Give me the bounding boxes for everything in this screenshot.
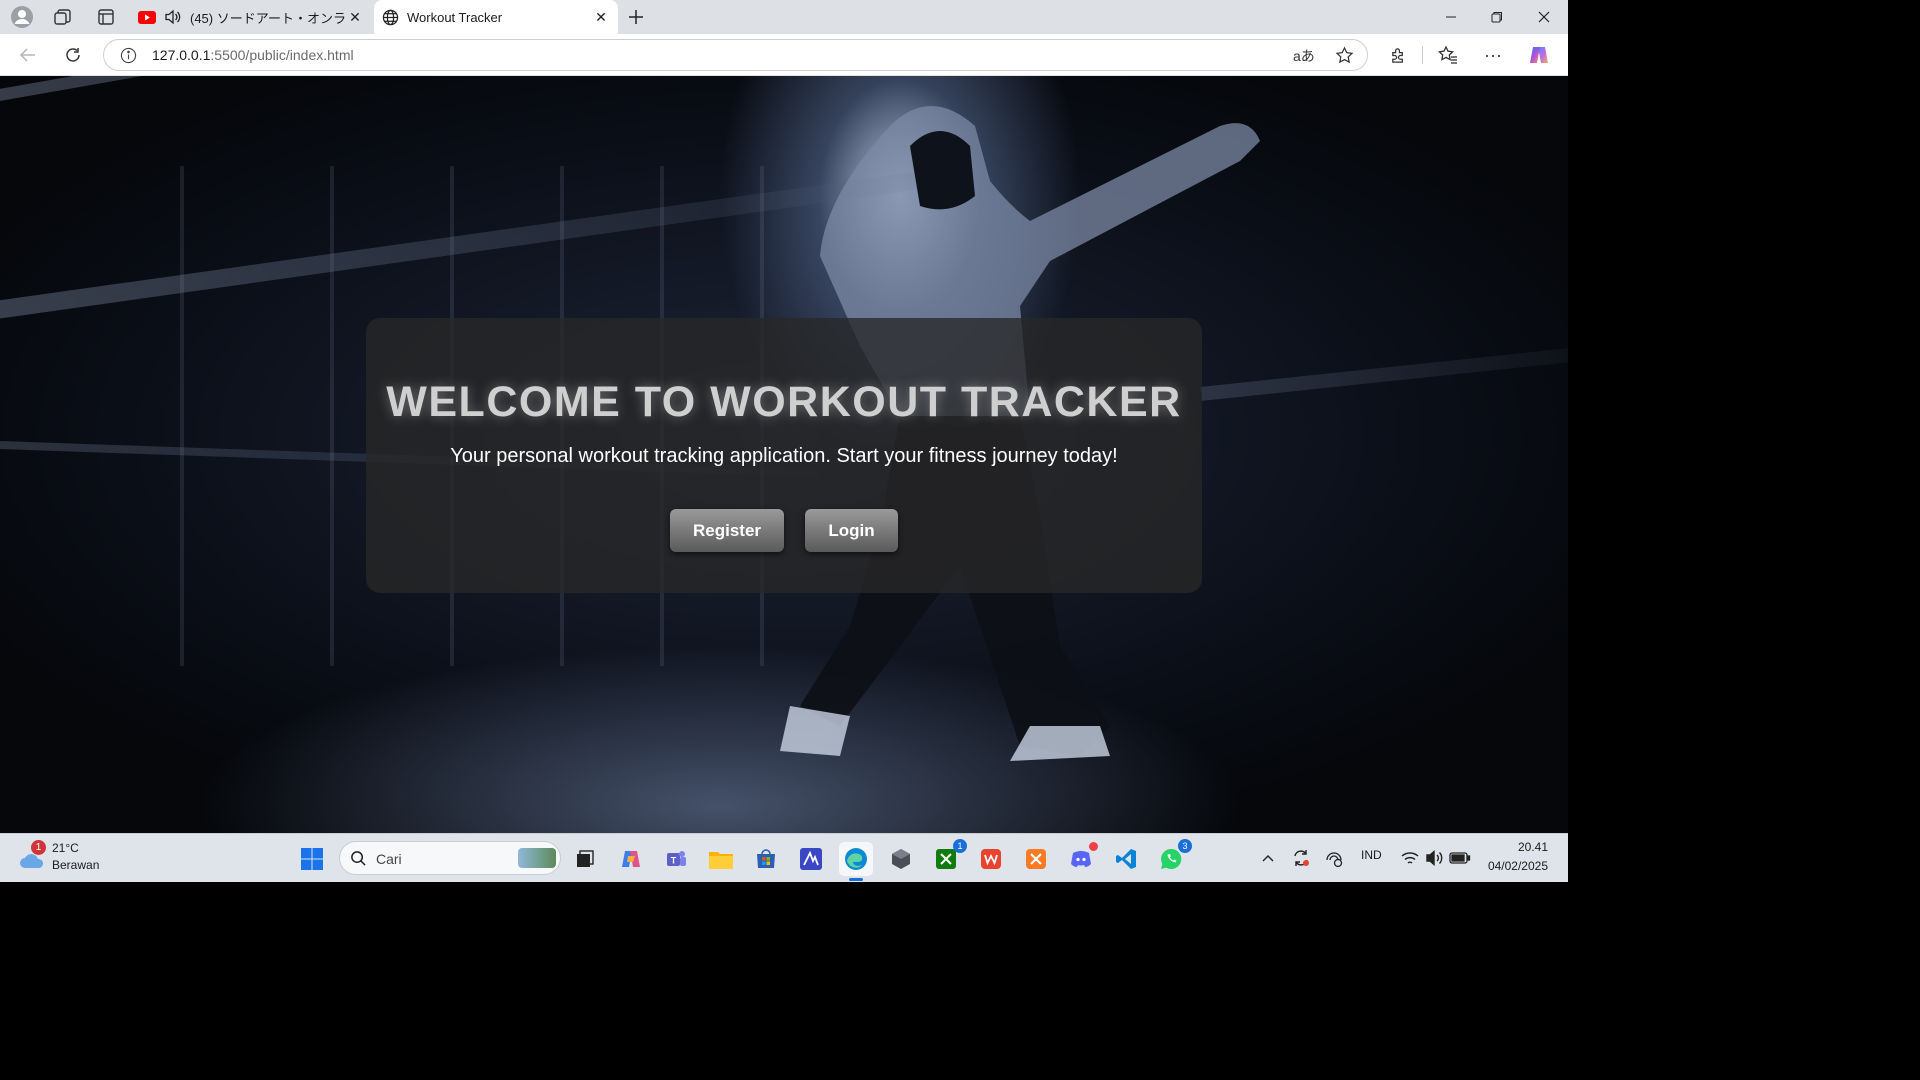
tab-workout-tracker[interactable]: Workout Tracker ✕ (374, 0, 618, 34)
browser-toolbar: 127.0.0.1:5500/public/index.html aあ ··· (0, 34, 1568, 76)
whatsapp-badge: 3 (1178, 839, 1192, 853)
xbox-icon[interactable]: 1 (929, 839, 967, 876)
vscode-icon[interactable] (1109, 842, 1143, 876)
url-path: :5500/public/index.html (210, 47, 354, 63)
microsoft-store-icon[interactable] (749, 842, 783, 876)
search-placeholder: Cari (376, 851, 402, 867)
edge-browser-icon[interactable] (839, 842, 873, 881)
restore-icon[interactable] (1474, 0, 1520, 34)
network-status-icon[interactable] (1322, 846, 1346, 870)
clock-time[interactable]: 20.41 (1470, 840, 1548, 854)
xampp-icon[interactable] (1019, 842, 1053, 876)
language-indicator[interactable]: IND (1361, 848, 1382, 862)
windows-logo-icon (301, 848, 323, 870)
page-title: WELCOME TO WORKOUT TRACKER (386, 378, 1182, 426)
tab-title: Workout Tracker (407, 9, 503, 25)
read-aloud-icon[interactable]: aあ (1293, 46, 1315, 66)
weather-temp: 21°C (52, 841, 79, 855)
tab-strip: (45) ソードアート・オンライン シリ ✕ Workout Tracker ✕ (0, 0, 1568, 34)
wifi-icon[interactable] (1398, 846, 1422, 870)
whatsapp-icon[interactable]: 3 (1154, 839, 1192, 876)
search-icon (350, 850, 367, 867)
register-button[interactable]: Register (670, 509, 784, 552)
more-options-icon[interactable]: ··· (1481, 43, 1505, 67)
speaker-icon[interactable] (164, 9, 182, 25)
weather-badge: 1 (31, 840, 46, 855)
task-view-icon[interactable] (568, 842, 602, 876)
xbox-badge: 1 (953, 839, 967, 853)
search-highlight-icon (518, 848, 556, 868)
page-viewport: WELCOME TO WORKOUT TRACKER Your personal… (0, 76, 1568, 833)
welcome-card: WELCOME TO WORKOUT TRACKER Your personal… (366, 318, 1202, 593)
svg-text:T: T (671, 856, 677, 866)
minimize-icon[interactable] (1428, 0, 1474, 34)
close-window-icon[interactable] (1521, 0, 1567, 34)
discord-icon[interactable] (1064, 842, 1098, 876)
windows-taskbar: 1 21°C Berawan Cari T 1 3 IND 20.41 04/0… (0, 833, 1568, 882)
toolbar-divider (1422, 46, 1423, 64)
url-host: 127.0.0.1 (152, 47, 211, 63)
favorite-star-icon[interactable] (1335, 46, 1354, 65)
wps-office-icon[interactable] (974, 842, 1008, 876)
profile-icon[interactable] (10, 5, 34, 29)
weather-widget[interactable]: 1 21°C Berawan (18, 840, 118, 876)
back-icon[interactable] (16, 43, 40, 67)
tab-actions-icon[interactable] (94, 5, 118, 29)
tab-youtube[interactable]: (45) ソードアート・オンライン シリ ✕ (132, 0, 372, 34)
file-explorer-icon[interactable] (704, 842, 738, 876)
login-button[interactable]: Login (805, 509, 898, 552)
tab-title: (45) ソードアート・オンライン シリ (190, 10, 346, 26)
close-icon[interactable]: ✕ (592, 8, 610, 26)
close-icon[interactable]: ✕ (346, 8, 364, 26)
extensions-icon[interactable] (1386, 43, 1410, 67)
url-text: 127.0.0.1:5500/public/index.html (152, 47, 354, 63)
address-bar[interactable]: 127.0.0.1:5500/public/index.html aあ (103, 39, 1368, 71)
sync-icon[interactable] (1289, 846, 1313, 870)
refresh-icon[interactable] (61, 43, 85, 67)
discord-notification-dot (1089, 842, 1098, 851)
copilot-app-icon[interactable] (614, 842, 648, 876)
battery-icon[interactable] (1448, 846, 1472, 870)
page-subtitle: Your personal workout tracking applicati… (450, 445, 1118, 467)
site-info-icon[interactable] (120, 47, 137, 64)
copilot-icon[interactable] (1527, 43, 1551, 67)
start-button[interactable] (295, 842, 329, 876)
new-tab-icon[interactable] (624, 5, 648, 29)
globe-icon (382, 9, 399, 26)
weather-condition: Berawan (52, 858, 100, 872)
teams-icon[interactable]: T (659, 842, 693, 876)
favorites-icon[interactable] (1436, 43, 1460, 67)
taskbar-search[interactable]: Cari (339, 841, 561, 875)
active-app-indicator (849, 878, 863, 881)
volume-icon[interactable] (1423, 846, 1447, 870)
cube-app-icon[interactable] (884, 842, 918, 876)
chevron-up-icon[interactable] (1256, 846, 1280, 870)
workspaces-icon[interactable] (51, 5, 75, 29)
clock-date[interactable]: 04/02/2025 (1470, 859, 1548, 873)
code-editor-icon[interactable] (794, 842, 828, 876)
youtube-icon (138, 10, 156, 24)
